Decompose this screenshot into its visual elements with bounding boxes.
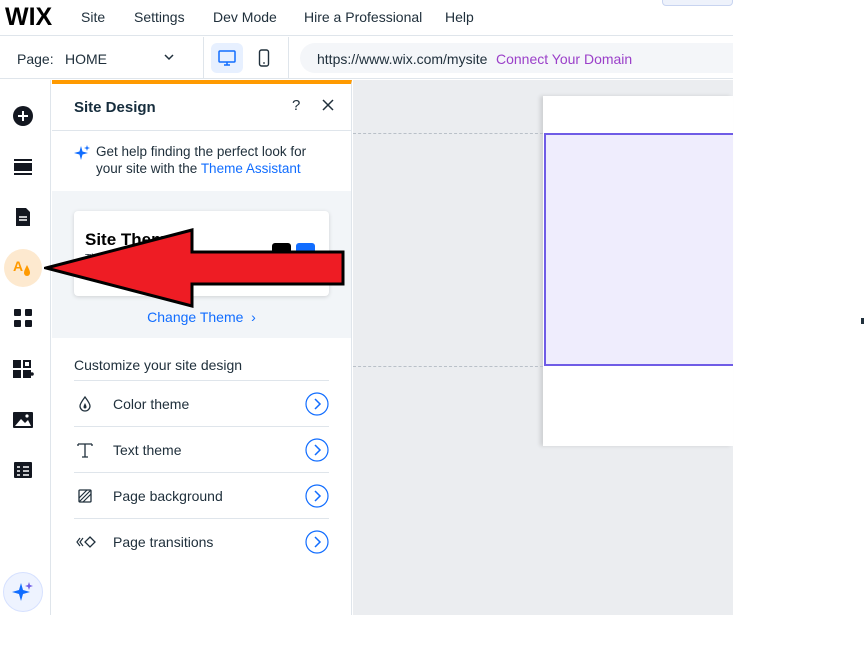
plus-circle-icon: [13, 106, 33, 126]
chevron-down-icon[interactable]: [162, 50, 176, 64]
editor-canvas[interactable]: [353, 80, 733, 615]
site-design-button[interactable]: A: [4, 249, 42, 287]
desktop-view-button[interactable]: [211, 43, 243, 73]
chevron-right-circle-icon[interactable]: [305, 484, 329, 508]
option-page-transitions[interactable]: Page transitions: [74, 518, 329, 564]
option-label: Page transitions: [113, 534, 214, 550]
cursor-marker: [861, 318, 864, 324]
media-button[interactable]: [8, 405, 38, 435]
page-toolbar: Page: HOME https://www.wix.com/mysite Co…: [0, 37, 733, 79]
option-page-background[interactable]: Page background: [74, 472, 329, 518]
theme-assistant-link[interactable]: Theme Assistant: [201, 161, 301, 176]
option-text-theme[interactable]: Text theme: [74, 426, 329, 472]
site-url: https://www.wix.com/mysite: [317, 51, 488, 67]
puzzle-icon: [13, 360, 34, 378]
connect-domain-link[interactable]: Connect Your Domain: [496, 51, 632, 67]
section-guide-line: [353, 133, 543, 134]
site-design-icon: A: [13, 258, 30, 276]
chevron-right-circle-icon[interactable]: [305, 438, 329, 462]
transitions-icon: [76, 536, 96, 548]
apps-button[interactable]: [8, 303, 38, 333]
mobile-view-button[interactable]: [252, 43, 276, 73]
menu-help[interactable]: Help: [445, 9, 474, 25]
option-label: Text theme: [113, 442, 182, 458]
sections-icon: [14, 159, 32, 175]
customize-title: Customize your site design: [74, 357, 243, 373]
cms-button[interactable]: [8, 455, 38, 485]
chevron-right-circle-icon[interactable]: [305, 530, 329, 554]
table-icon: [14, 462, 32, 478]
menu-dev-mode[interactable]: Dev Mode: [213, 9, 277, 25]
text-t-icon: [77, 443, 93, 458]
page-label: Page:: [17, 51, 54, 67]
collapse-panel-button[interactable]: ^: [662, 0, 733, 6]
top-menu-bar: WIX Site Settings Dev Mode Hire a Profes…: [0, 0, 733, 36]
add-section-button[interactable]: [8, 152, 38, 182]
sparkle-icon: [12, 582, 33, 601]
background-icon: [78, 489, 92, 503]
option-label: Page background: [113, 488, 223, 504]
business-solutions-button[interactable]: [8, 354, 38, 384]
mobile-icon: [258, 49, 270, 67]
close-icon[interactable]: [320, 97, 336, 113]
wix-logo[interactable]: WIX: [5, 3, 52, 32]
option-color-theme[interactable]: Color theme: [74, 380, 329, 426]
page-icon: [16, 208, 30, 226]
add-elements-button[interactable]: [8, 101, 38, 131]
panel-title: Site Design: [74, 99, 156, 116]
ai-assistant-button[interactable]: [3, 572, 43, 612]
left-toolbar: A: [0, 80, 51, 615]
page-selector[interactable]: HOME: [65, 51, 107, 67]
chevron-up-icon: ^: [709, 0, 715, 5]
pages-menu-button[interactable]: [8, 202, 38, 232]
color-drop-icon: [79, 395, 91, 412]
divider: [203, 37, 204, 79]
selected-section[interactable]: [544, 133, 733, 366]
image-icon: [13, 412, 33, 428]
menu-hire-a-professional[interactable]: Hire a Professional: [304, 9, 422, 25]
menu-site[interactable]: Site: [81, 9, 105, 25]
assist-text: Get help finding the perfect look for yo…: [96, 143, 336, 177]
svg-text:A: A: [13, 258, 23, 274]
help-button[interactable]: ?: [292, 97, 300, 114]
apps-grid-icon: [14, 309, 32, 327]
bottom-margin: [0, 615, 865, 645]
wix-editor-window: WIX Site Settings Dev Mode Hire a Profes…: [0, 0, 865, 645]
menu-settings[interactable]: Settings: [134, 9, 185, 25]
theme-assistant-tip: Get help finding the perfect look for yo…: [52, 132, 351, 190]
section-guide-line: [353, 366, 543, 367]
url-bar: https://www.wix.com/mysite Connect Your …: [300, 43, 733, 73]
site-design-panel: Site Design ? Get help finding the perfe…: [52, 80, 352, 615]
desktop-icon: [218, 50, 236, 66]
chevron-right-circle-icon[interactable]: [305, 392, 329, 416]
sparkle-icon: [74, 145, 90, 160]
panel-header: Site Design ?: [52, 84, 351, 131]
red-arrow-annotation: [44, 228, 345, 308]
divider: [288, 37, 289, 79]
option-label: Color theme: [113, 396, 190, 412]
